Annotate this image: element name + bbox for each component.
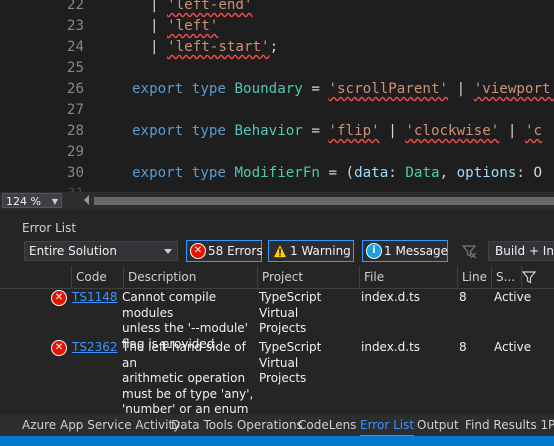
line-number: 31 xyxy=(0,184,84,192)
error-project: TypeScript Virtual Projects xyxy=(259,290,322,336)
warnings-filter-button[interactable]: 1 Warning xyxy=(268,240,354,262)
editor-status-strip: 124 % ▼ xyxy=(0,192,554,210)
line-number: 30 xyxy=(66,165,84,181)
column-header-description[interactable]: Description xyxy=(123,266,257,288)
build-intellisense-dropdown[interactable]: Build + IntelliSense xyxy=(488,241,554,261)
line-number: 26 xyxy=(66,81,84,97)
chevron-down-icon xyxy=(164,249,172,254)
code-text: export type Boundary = 'scrollParent' | … xyxy=(132,81,554,97)
error-project: TypeScript Virtual Projects xyxy=(259,340,322,386)
scroll-left-icon[interactable] xyxy=(84,195,89,205)
tab-codelens[interactable]: CodeLens xyxy=(298,414,356,436)
tab-azure-app-service-activity[interactable]: Azure App Service Activity xyxy=(22,414,180,436)
code-text: export type Behavior = 'flip' | 'clockwi… xyxy=(132,123,543,139)
error-list-header: Code Description Project File Line S... xyxy=(0,266,554,289)
code-text: | 'left-end' xyxy=(150,0,253,13)
code-text: | 'left' xyxy=(150,18,219,34)
chevron-down-icon: ▼ xyxy=(51,197,58,206)
warning-icon xyxy=(273,244,287,258)
line-number: 29 xyxy=(66,144,84,160)
build-select-value: Build + IntelliSense xyxy=(495,244,554,258)
zoom-level: 124 % xyxy=(6,195,41,208)
line-number: 28 xyxy=(66,123,84,139)
code-line[interactable]: 22 | 'left-end' xyxy=(0,0,554,16)
status-bar xyxy=(0,436,554,446)
error-line: 8 xyxy=(459,340,467,354)
error-icon: ✕ xyxy=(52,291,66,305)
tab-output[interactable]: Output xyxy=(417,414,459,436)
code-line[interactable]: 31 xyxy=(0,184,554,192)
filter-icon xyxy=(522,271,536,284)
line-number: 24 xyxy=(66,39,84,55)
code-line[interactable]: 24 | 'left-start'; xyxy=(0,37,554,58)
error-file: index.d.ts xyxy=(361,290,421,304)
error-state: Active xyxy=(494,290,532,304)
tab-error-list[interactable]: Error List xyxy=(360,414,415,436)
panel-title: Error List xyxy=(22,221,77,235)
line-number: 27 xyxy=(66,102,84,118)
tab-data-tools-operations[interactable]: Data Tools Operations xyxy=(171,414,303,436)
tab-p[interactable]: P xyxy=(548,414,554,436)
code-line[interactable]: 29 xyxy=(0,142,554,163)
error-code-link[interactable]: TS1148 xyxy=(72,290,122,306)
info-icon: i xyxy=(367,244,381,258)
column-header-suppression[interactable]: S... xyxy=(491,266,521,288)
line-number: 23 xyxy=(66,18,84,34)
code-line[interactable]: 23 | 'left' xyxy=(0,16,554,37)
code-editor[interactable]: 22 | 'left-end' 23 | 'left' 24 | 'left-start'… xyxy=(0,0,554,192)
error-icon: ✕ xyxy=(191,244,205,258)
errors-filter-button[interactable]: ✕ 58 Errors xyxy=(186,240,263,262)
error-line: 8 xyxy=(459,290,467,304)
zoom-dropdown[interactable]: 124 % ▼ xyxy=(2,193,62,208)
code-line[interactable]: 30 export type ModifierFn = (data: Data, … xyxy=(0,163,554,184)
code-line[interactable]: 25 xyxy=(0,58,554,79)
column-header-file[interactable]: File xyxy=(359,266,457,288)
code-line[interactable]: 28 export type Behavior = 'flip' | 'clock… xyxy=(0,121,554,142)
error-file: index.d.ts xyxy=(361,340,421,354)
messages-filter-button[interactable]: i 1 Message xyxy=(362,240,448,262)
messages-filter-label: 1 Message xyxy=(384,244,449,258)
scope-dropdown[interactable]: Entire Solution xyxy=(24,241,178,261)
line-number: 25 xyxy=(66,60,84,76)
filter-icon xyxy=(461,245,477,259)
column-header-code[interactable]: Code xyxy=(71,266,123,288)
code-text: export type ModifierFn = (data: Data, op… xyxy=(132,165,543,181)
code-line[interactable]: 26 export type Boundary = 'scrollParent' … xyxy=(0,79,554,100)
error-state: Active xyxy=(494,340,532,354)
errors-filter-label: 58 Errors xyxy=(208,244,263,258)
error-code-link[interactable]: TS2362 xyxy=(72,340,122,356)
scope-value: Entire Solution xyxy=(29,244,117,258)
line-number: 22 xyxy=(66,0,84,13)
column-filter-button[interactable] xyxy=(521,266,554,288)
column-header-project[interactable]: Project xyxy=(257,266,359,288)
filter-toggle-button[interactable] xyxy=(458,241,480,261)
horizontal-scrollbar-thumb[interactable] xyxy=(94,197,554,205)
code-line[interactable]: 27 xyxy=(0,100,554,121)
column-header-line[interactable]: Line xyxy=(457,266,491,288)
tab-find-results-1[interactable]: Find Results 1 xyxy=(465,414,548,436)
error-icon: ✕ xyxy=(52,341,66,355)
code-text: | 'left-start'; xyxy=(150,39,279,55)
warnings-filter-label: 1 Warning xyxy=(290,244,351,258)
